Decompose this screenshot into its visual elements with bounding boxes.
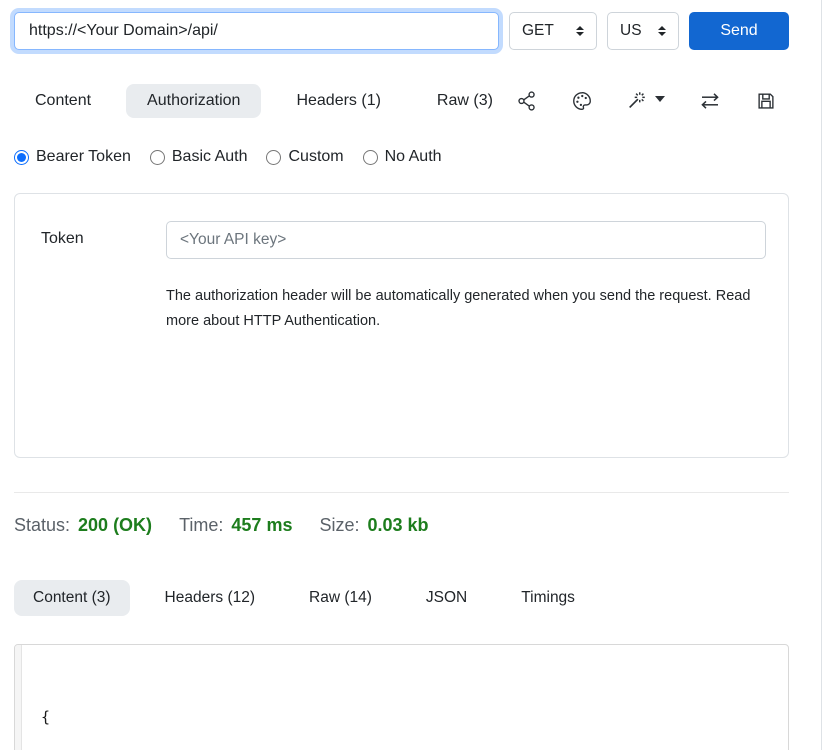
resp-tab-headers[interactable]: Headers (12) bbox=[146, 580, 274, 616]
status-label: Status: bbox=[14, 515, 70, 536]
code-line: { bbox=[41, 705, 788, 730]
region-select[interactable]: US bbox=[607, 12, 679, 50]
radio-custom[interactable]: Custom bbox=[266, 148, 343, 166]
radio-basic-auth-input[interactable] bbox=[150, 150, 165, 165]
auth-panel: Token The authorization header will be a… bbox=[14, 193, 789, 458]
share-icon[interactable] bbox=[516, 90, 538, 112]
response-status-row: Status: 200 (OK) Time: 457 ms Size: 0.03… bbox=[14, 515, 789, 536]
status-value: 200 (OK) bbox=[78, 515, 152, 536]
tab-headers[interactable]: Headers (1) bbox=[275, 84, 401, 118]
token-label: Token bbox=[41, 221, 166, 259]
send-button[interactable]: Send bbox=[689, 12, 789, 50]
save-icon[interactable] bbox=[755, 90, 777, 112]
resp-tab-json[interactable]: JSON bbox=[407, 580, 486, 616]
region-select-value: US bbox=[620, 22, 642, 40]
status-time: Time: 457 ms bbox=[179, 515, 292, 536]
radio-label: Basic Auth bbox=[172, 148, 248, 166]
resp-tab-raw[interactable]: Raw (14) bbox=[290, 580, 391, 616]
method-select-value: GET bbox=[522, 22, 554, 40]
token-row: Token bbox=[41, 221, 766, 259]
section-divider bbox=[14, 492, 789, 493]
radio-bearer-token-input[interactable] bbox=[14, 150, 29, 165]
tab-content[interactable]: Content bbox=[14, 84, 112, 118]
radio-basic-auth[interactable]: Basic Auth bbox=[150, 148, 248, 166]
response-tabs: Content (3) Headers (12) Raw (14) JSON T… bbox=[14, 580, 789, 616]
time-label: Time: bbox=[179, 515, 223, 536]
radio-custom-input[interactable] bbox=[266, 150, 281, 165]
request-tabs: Content Authorization Headers (1) Raw (3… bbox=[14, 84, 514, 118]
palette-icon[interactable] bbox=[571, 90, 593, 112]
status-code: Status: 200 (OK) bbox=[14, 515, 152, 536]
select-arrows-icon bbox=[658, 26, 666, 36]
radio-label: Bearer Token bbox=[36, 148, 131, 166]
radio-bearer-token[interactable]: Bearer Token bbox=[14, 148, 131, 166]
response-json: { "message": "API running." } bbox=[15, 645, 788, 750]
json-open-brace: { bbox=[41, 708, 50, 726]
tab-raw[interactable]: Raw (3) bbox=[416, 84, 514, 118]
auth-type-options: Bearer Token Basic Auth Custom No Auth bbox=[14, 148, 789, 166]
code-gutter bbox=[15, 645, 22, 750]
api-client-page: GET US Send Content Authorization Header… bbox=[0, 0, 822, 750]
request-toolbar bbox=[516, 89, 789, 113]
response-body-viewer[interactable]: { "message": "API running." } bbox=[14, 644, 789, 750]
select-arrows-icon bbox=[576, 26, 584, 36]
swap-arrows-icon[interactable] bbox=[698, 89, 722, 113]
radio-no-auth[interactable]: No Auth bbox=[363, 148, 442, 166]
radio-no-auth-input[interactable] bbox=[363, 150, 378, 165]
time-value: 457 ms bbox=[231, 515, 292, 536]
request-bar: GET US Send bbox=[14, 12, 789, 50]
size-value: 0.03 kb bbox=[368, 515, 429, 536]
caret-down-icon bbox=[655, 96, 665, 102]
resp-tab-timings[interactable]: Timings bbox=[502, 580, 594, 616]
radio-label: No Auth bbox=[385, 148, 442, 166]
magic-wand-dropdown-icon[interactable] bbox=[626, 90, 665, 112]
method-select[interactable]: GET bbox=[509, 12, 597, 50]
request-tabs-row: Content Authorization Headers (1) Raw (3… bbox=[14, 84, 789, 118]
auth-helper-text: The authorization header will be automat… bbox=[166, 284, 751, 334]
radio-label: Custom bbox=[288, 148, 343, 166]
size-label: Size: bbox=[319, 515, 359, 536]
url-input[interactable] bbox=[14, 12, 499, 50]
status-size: Size: 0.03 kb bbox=[319, 515, 428, 536]
resp-tab-content[interactable]: Content (3) bbox=[14, 580, 130, 616]
tab-authorization[interactable]: Authorization bbox=[126, 84, 261, 118]
token-input[interactable] bbox=[166, 221, 766, 259]
